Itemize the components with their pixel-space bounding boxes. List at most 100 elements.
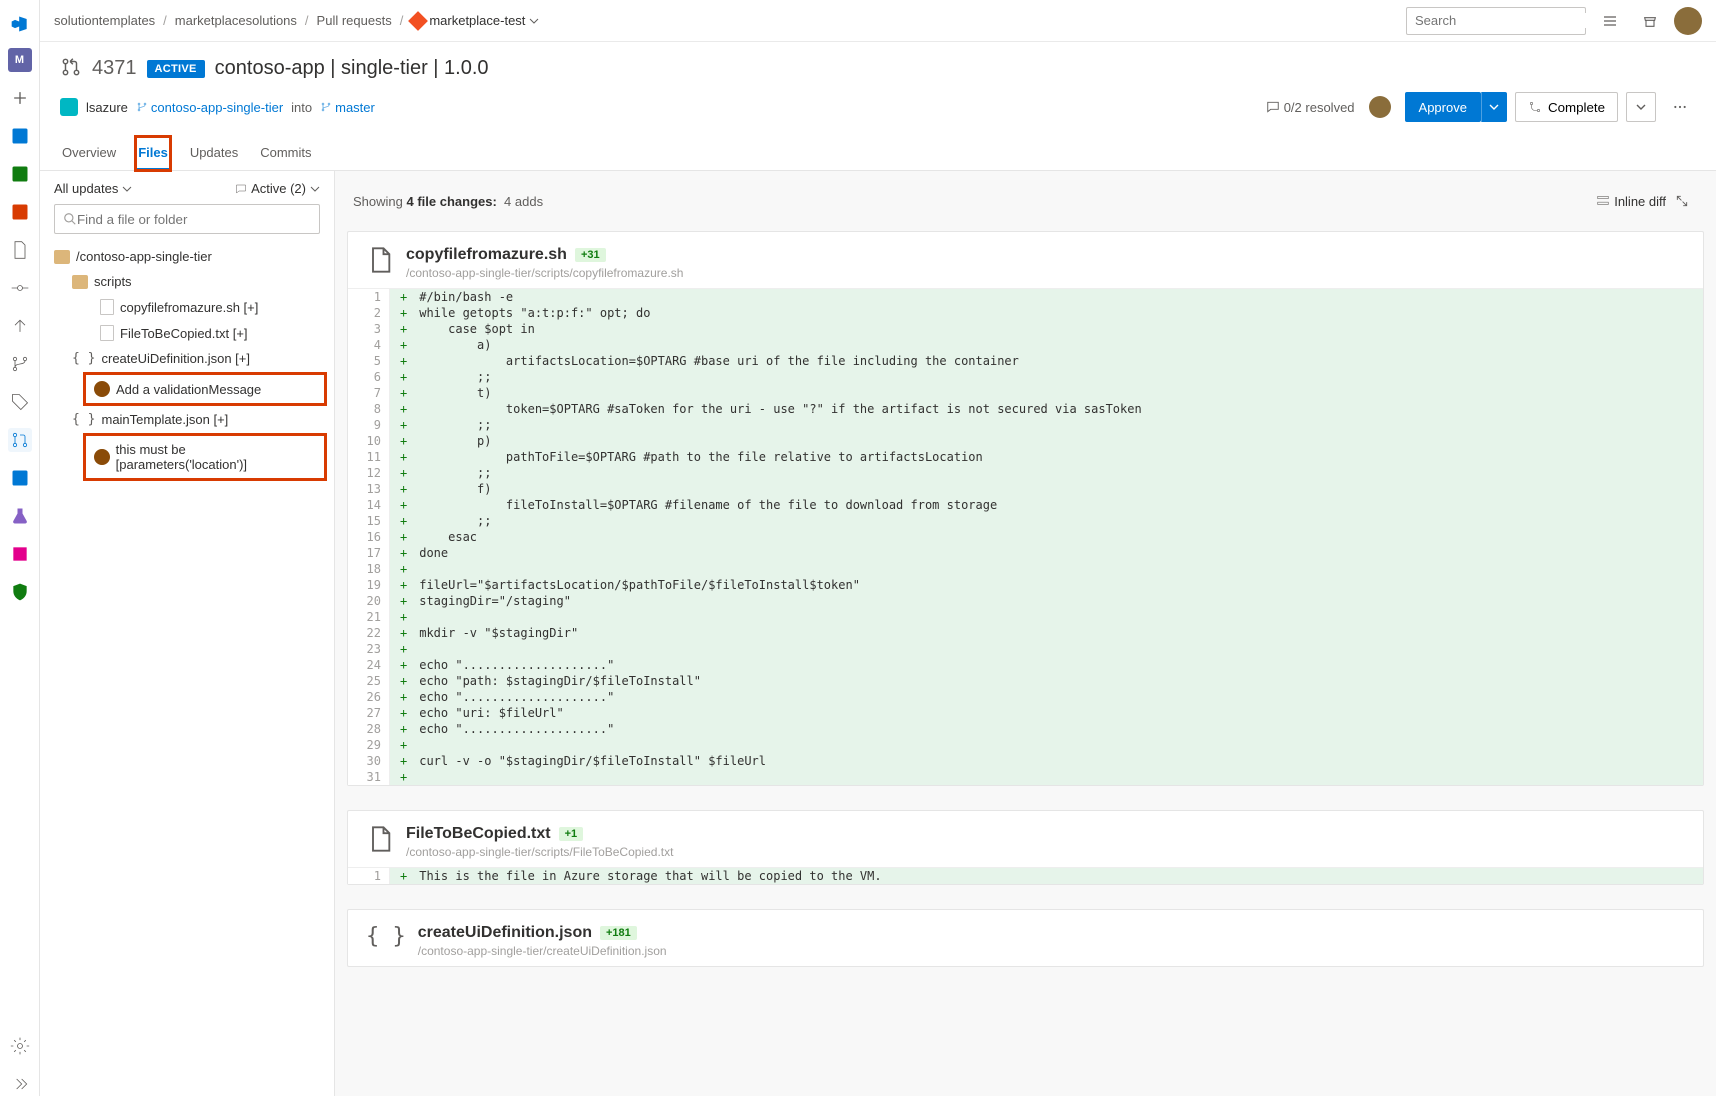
target-branch[interactable]: master <box>320 100 375 115</box>
tab-commits[interactable]: Commits <box>258 137 313 170</box>
diff-line[interactable]: 12+ ;; <box>348 465 1703 481</box>
diff-line[interactable]: 14+ fileToInstall=$OPTARG #filename of t… <box>348 497 1703 513</box>
tab-overview[interactable]: Overview <box>60 137 118 170</box>
breadcrumb-item[interactable]: Pull requests <box>317 13 392 28</box>
tree-comment[interactable]: this must be [parameters('location')] <box>86 436 324 478</box>
find-file-input[interactable] <box>77 212 311 227</box>
tree-file[interactable]: { }mainTemplate.json [+] <box>50 407 324 432</box>
tree-comment[interactable]: Add a validationMessage <box>86 375 324 403</box>
diff-line[interactable]: 30+ curl -v -o "$stagingDir/$fileToInsta… <box>348 753 1703 769</box>
artifacts-icon[interactable] <box>8 542 32 566</box>
source-branch[interactable]: contoso-app-single-tier <box>136 100 283 115</box>
boards-icon[interactable] <box>8 124 32 148</box>
diff-line[interactable]: 4+ a) <box>348 337 1703 353</box>
diff-line[interactable]: 3+ case $opt in <box>348 321 1703 337</box>
top-bar: solutiontemplates / marketplacesolutions… <box>40 0 1716 42</box>
add-icon[interactable] <box>8 86 32 110</box>
diff-line[interactable]: 11+ pathToFile=$OPTARG #path to the file… <box>348 449 1703 465</box>
breadcrumb-item[interactable]: marketplacesolutions <box>175 13 297 28</box>
diff-line[interactable]: 25+ echo "path: $stagingDir/$fileToInsta… <box>348 673 1703 689</box>
branch-icon <box>320 101 332 113</box>
file-diff-card: { }createUiDefinition.json+181/contoso-a… <box>347 909 1704 967</box>
complete-dropdown[interactable] <box>1626 92 1656 122</box>
more-actions-button[interactable] <box>1664 91 1696 123</box>
diff-view-toggle[interactable]: Inline diff <box>1596 194 1666 209</box>
file-name[interactable]: createUiDefinition.json <box>418 924 592 942</box>
diff-line[interactable]: 18+ <box>348 561 1703 577</box>
comment-text: Add a validationMessage <box>116 382 261 397</box>
pushes-icon[interactable] <box>8 314 32 338</box>
azure-devops-logo[interactable] <box>10 14 30 34</box>
diff-line[interactable]: 15+ ;; <box>348 513 1703 529</box>
diff-line[interactable]: 28+ echo "...................." <box>348 721 1703 737</box>
find-file-box[interactable] <box>54 204 320 234</box>
diff-line[interactable]: 7+ t) <box>348 385 1703 401</box>
search-box[interactable] <box>1406 7 1586 35</box>
tree-file[interactable]: copyfilefromazure.sh [+] <box>50 294 324 320</box>
file-name[interactable]: FileToBeCopied.txt <box>406 825 551 843</box>
fullscreen-button[interactable] <box>1666 185 1698 217</box>
test-plans-icon[interactable] <box>8 504 32 528</box>
comments-filter[interactable]: Active (2) <box>235 181 320 196</box>
diff-line[interactable]: 16+ esac <box>348 529 1703 545</box>
tree-folder-scripts[interactable]: scripts <box>50 269 324 294</box>
line-number: 19 <box>348 577 390 593</box>
diff-line[interactable]: 8+ token=$OPTARG #saToken for the uri - … <box>348 401 1703 417</box>
line-delta-badge: +181 <box>600 926 637 940</box>
pipelines-icon[interactable] <box>8 466 32 490</box>
diff-line[interactable]: 17+ done <box>348 545 1703 561</box>
files-icon[interactable] <box>8 238 32 262</box>
diff-line[interactable]: 13+ f) <box>348 481 1703 497</box>
search-input[interactable] <box>1415 13 1591 28</box>
diff-line[interactable]: 24+ echo "...................." <box>348 657 1703 673</box>
diff-line[interactable]: 31+ <box>348 769 1703 785</box>
list-view-icon[interactable] <box>1594 5 1626 37</box>
diff-line[interactable]: 10+ p) <box>348 433 1703 449</box>
marketplace-icon[interactable] <box>1634 5 1666 37</box>
diff-line[interactable]: 6+ ;; <box>348 369 1703 385</box>
tree-file[interactable]: FileToBeCopied.txt [+] <box>50 320 324 346</box>
reviewer-avatar[interactable] <box>1369 96 1391 118</box>
tree-root[interactable]: /contoso-app-single-tier <box>50 244 324 269</box>
settings-icon[interactable] <box>8 1034 32 1058</box>
into-label: into <box>291 100 312 115</box>
diff-line[interactable]: 1+ #/bin/bash -e <box>348 289 1703 305</box>
branches-icon[interactable] <box>8 352 32 376</box>
commits-icon[interactable] <box>8 276 32 300</box>
diff-line[interactable]: 9+ ;; <box>348 417 1703 433</box>
tab-updates[interactable]: Updates <box>188 137 240 170</box>
diff-line[interactable]: 27+ echo "uri: $fileUrl" <box>348 705 1703 721</box>
updates-filter[interactable]: All updates <box>54 181 132 196</box>
approve-dropdown[interactable] <box>1481 92 1507 122</box>
tree-file[interactable]: { }createUiDefinition.json [+] <box>50 346 324 371</box>
diff-line[interactable]: 19+ fileUrl="$artifactsLocation/$pathToF… <box>348 577 1703 593</box>
tab-files[interactable]: Files <box>136 137 170 170</box>
diff-line[interactable]: 26+ echo "...................." <box>348 689 1703 705</box>
breadcrumb-current[interactable]: marketplace-test <box>411 13 539 28</box>
project-tile[interactable]: M <box>8 48 32 72</box>
diff-line[interactable]: 29+ <box>348 737 1703 753</box>
shield-icon[interactable] <box>8 580 32 604</box>
work-items-icon[interactable] <box>8 162 32 186</box>
diff-line[interactable]: 23+ <box>348 641 1703 657</box>
diff-line[interactable]: 5+ artifactsLocation=$OPTARG #base uri o… <box>348 353 1703 369</box>
diff-line[interactable]: 2+ while getopts "a:t:p:f:" opt; do <box>348 305 1703 321</box>
diff-line[interactable]: 1+ This is the file in Azure storage tha… <box>348 868 1703 884</box>
complete-button[interactable]: Complete <box>1515 92 1618 122</box>
comment-text: this must be [parameters('location')] <box>116 442 316 472</box>
code-line: + echo "...................." <box>390 689 1703 705</box>
breadcrumb-item[interactable]: solutiontemplates <box>54 13 155 28</box>
approve-button[interactable]: Approve <box>1405 92 1481 122</box>
repos-icon[interactable] <box>8 200 32 224</box>
user-avatar[interactable] <box>1674 7 1702 35</box>
pull-requests-nav-icon[interactable] <box>8 428 32 452</box>
diff-line[interactable]: 22+ mkdir -v "$stagingDir" <box>348 625 1703 641</box>
line-number: 11 <box>348 449 390 465</box>
resolved-count[interactable]: 0/2 resolved <box>1266 100 1355 115</box>
collapse-icon[interactable] <box>8 1072 32 1096</box>
diff-line[interactable]: 21+ <box>348 609 1703 625</box>
tags-icon[interactable] <box>8 390 32 414</box>
file-name[interactable]: copyfilefromazure.sh <box>406 246 567 264</box>
code-line: + p) <box>390 433 1703 449</box>
diff-line[interactable]: 20+ stagingDir="/staging" <box>348 593 1703 609</box>
